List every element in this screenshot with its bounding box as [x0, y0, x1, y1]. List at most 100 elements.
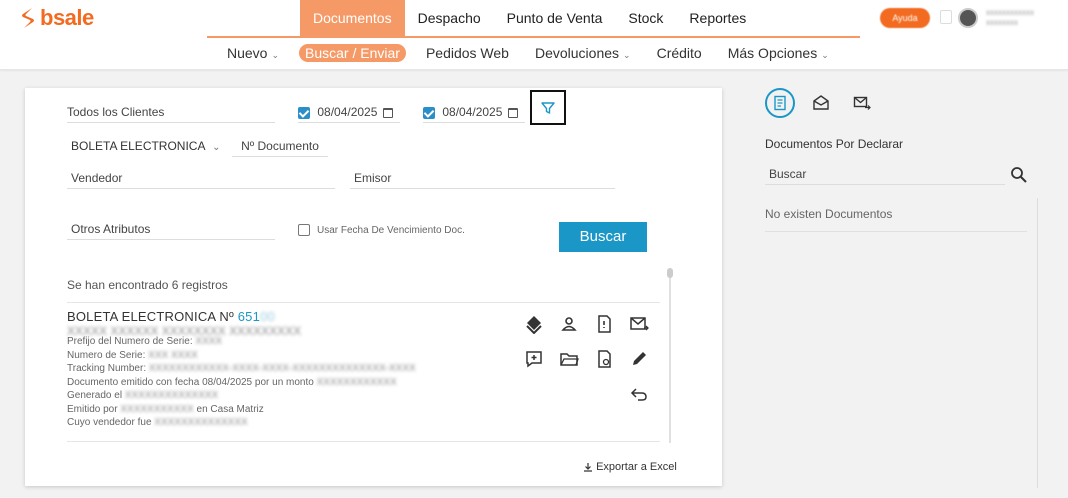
client-icon[interactable]: [559, 314, 579, 334]
date-to-field[interactable]: 08/04/2025: [423, 103, 525, 123]
sidebar-empty-text: No existen Documentos: [765, 207, 893, 221]
send-email-icon[interactable]: [629, 314, 649, 334]
undo-icon[interactable]: [629, 384, 649, 404]
subnav-item-label: Pedidos Web: [425, 45, 509, 61]
divider: [765, 231, 1027, 232]
other-attributes-label: Otros Atributos: [71, 222, 151, 236]
use-due-date-label: Usar Fecha De Vencimiento Doc.: [317, 224, 465, 236]
filter-icon: [541, 101, 555, 114]
edit-icon[interactable]: [629, 349, 649, 369]
nav-item-reportes[interactable]: Reportes: [676, 0, 759, 36]
user-menu[interactable]: xxxxxxxxxxxx xxxxxxxx: [986, 8, 1034, 28]
subnav-item-nuevo[interactable]: Nuevo ⌄: [214, 44, 292, 62]
calendar-icon[interactable]: [508, 107, 519, 118]
subnav-item-más-opciones[interactable]: Más Opciones ⌄: [715, 44, 842, 62]
detail-tracking: Tracking Number:: [67, 363, 147, 374]
export-excel-label: Exportar a Excel: [596, 461, 677, 473]
date-from-value: 08/04/2025: [317, 105, 378, 119]
date-from-checkbox[interactable]: [298, 106, 310, 119]
chevron-down-icon: ⌄: [821, 50, 829, 60]
redacted-text: 00: [260, 309, 275, 324]
redacted-text: XXXXXXXXXXXXXX: [154, 417, 248, 428]
subnav-item-label: Nuevo: [227, 45, 268, 61]
doc-number-placeholder: Nº Documento: [241, 139, 319, 153]
sidebar-title: Documentos Por Declarar: [765, 137, 904, 151]
filter-button[interactable]: [530, 90, 566, 125]
sub-nav-accent-line: [207, 36, 860, 38]
document-details: Prefijo del Numero de Serie: XXXX Numero…: [67, 335, 416, 430]
open-mail-icon: [813, 95, 829, 110]
brand-name: bsale: [40, 5, 94, 30]
main-nav: Documentos Despacho Punto de Venta Stock Rep…: [300, 0, 759, 36]
subnav-item-label: Crédito: [656, 45, 702, 61]
date-from-field[interactable]: 08/04/2025: [298, 103, 400, 123]
subnav-item-crédito[interactable]: Crédito: [644, 44, 715, 62]
search-button[interactable]: Buscar: [559, 222, 647, 252]
subnav-item-devoluciones[interactable]: Devoluciones ⌄: [522, 44, 644, 62]
nav-item-punto-de-venta[interactable]: Punto de Venta: [494, 0, 616, 36]
chevron-down-icon: ⌄: [212, 142, 221, 153]
detail-generated: Generado el: [67, 390, 123, 401]
tab-send[interactable]: [847, 88, 877, 118]
subnav-item-pedidos-web[interactable]: Pedidos Web: [413, 44, 522, 62]
calendar-icon[interactable]: [383, 107, 394, 118]
sub-nav: Nuevo ⌄ Buscar / Enviar Pedidos Web Devoluci…: [214, 44, 842, 62]
subnav-item-label: Devoluciones: [534, 45, 620, 61]
folder-icon[interactable]: [559, 349, 579, 369]
nav-item-despacho[interactable]: Despacho: [405, 0, 494, 36]
search-panel: Todos los Clientes 08/04/2025 08/04/2025…: [25, 88, 722, 486]
date-to-checkbox[interactable]: [423, 106, 435, 119]
document-title[interactable]: BOLETA ELECTRONICA Nº 65100: [67, 309, 275, 324]
doc-number-input[interactable]: Nº Documento: [232, 137, 328, 157]
results-summary: Se han encontrado 6 registros: [67, 278, 228, 292]
seller-input[interactable]: Vendedor: [67, 169, 335, 189]
other-attributes-select[interactable]: Otros Atributos: [67, 220, 275, 240]
sidebar-search-input[interactable]: Buscar: [765, 165, 1005, 185]
payment-icon[interactable]: [524, 314, 544, 334]
bsale-logo-icon: [22, 8, 34, 28]
detail-emitted-suffix: en Casa Matriz: [196, 403, 264, 415]
top-bar: bsale Documentos Despacho Punto de Venta St…: [0, 0, 1068, 36]
issuer-input[interactable]: Emisor: [350, 169, 615, 189]
scrollbar-track[interactable]: [669, 271, 671, 443]
clients-select[interactable]: Todos los Clientes: [67, 103, 275, 123]
tab-inbox[interactable]: [806, 88, 836, 118]
tab-documents[interactable]: [765, 88, 795, 118]
document-alert-icon[interactable]: [594, 314, 614, 334]
nav-item-documentos[interactable]: Documentos: [300, 0, 405, 36]
add-comment-icon[interactable]: [524, 349, 544, 369]
use-due-date-option[interactable]: Usar Fecha De Vencimiento Doc.: [298, 224, 465, 236]
seller-placeholder: Vendedor: [71, 171, 123, 185]
subnav-item-label: Buscar / Enviar: [305, 45, 400, 61]
export-excel-link[interactable]: Exportar a Excel: [583, 461, 677, 473]
issuer-placeholder: Emisor: [354, 171, 392, 185]
redacted-text: XXX XXXX: [148, 349, 198, 361]
sub-nav-bar: Nuevo ⌄ Buscar / Enviar Pedidos Web Devoluci…: [0, 36, 1068, 70]
sidebar-tabs: [765, 88, 888, 118]
nav-item-stock[interactable]: Stock: [615, 0, 676, 36]
detail-serie: Numero de Serie:: [67, 349, 146, 361]
logo[interactable]: bsale: [20, 5, 94, 30]
divider: [67, 302, 660, 303]
notification-icon[interactable]: [940, 10, 952, 24]
subnav-item-label: Más Opciones: [727, 45, 818, 61]
detail-seller: Cuyo vendedor fue: [67, 417, 152, 428]
date-to-value: 08/04/2025: [442, 105, 503, 119]
use-due-date-checkbox[interactable]: [298, 224, 310, 236]
upgrade-badge[interactable]: Ayuda: [880, 8, 930, 28]
scrollbar-thumb[interactable]: [667, 268, 673, 278]
avatar[interactable]: [958, 8, 978, 28]
redacted-text: XXXXXXXXXXXXXX: [124, 390, 219, 401]
document-settings-icon[interactable]: [594, 349, 614, 369]
forward-mail-icon: [853, 96, 871, 110]
clients-select-value: Todos los Clientes: [67, 105, 165, 119]
subnav-item-buscar-enviar[interactable]: Buscar / Enviar: [299, 44, 406, 62]
search-icon[interactable]: [1010, 166, 1028, 184]
detail-emitted: Emitido por: [67, 403, 118, 415]
divider: [67, 441, 660, 442]
app: bsale Documentos Despacho Punto de Venta St…: [0, 0, 1068, 498]
redacted-text: XXXX: [195, 336, 223, 347]
doc-type-select[interactable]: BOLETA ELECTRONICA ⌄: [71, 139, 221, 153]
detail-amount: Documento emitido con fecha 08/04/2025 p…: [67, 376, 314, 388]
redacted-text: XXXXXXXXXXX: [120, 403, 194, 415]
